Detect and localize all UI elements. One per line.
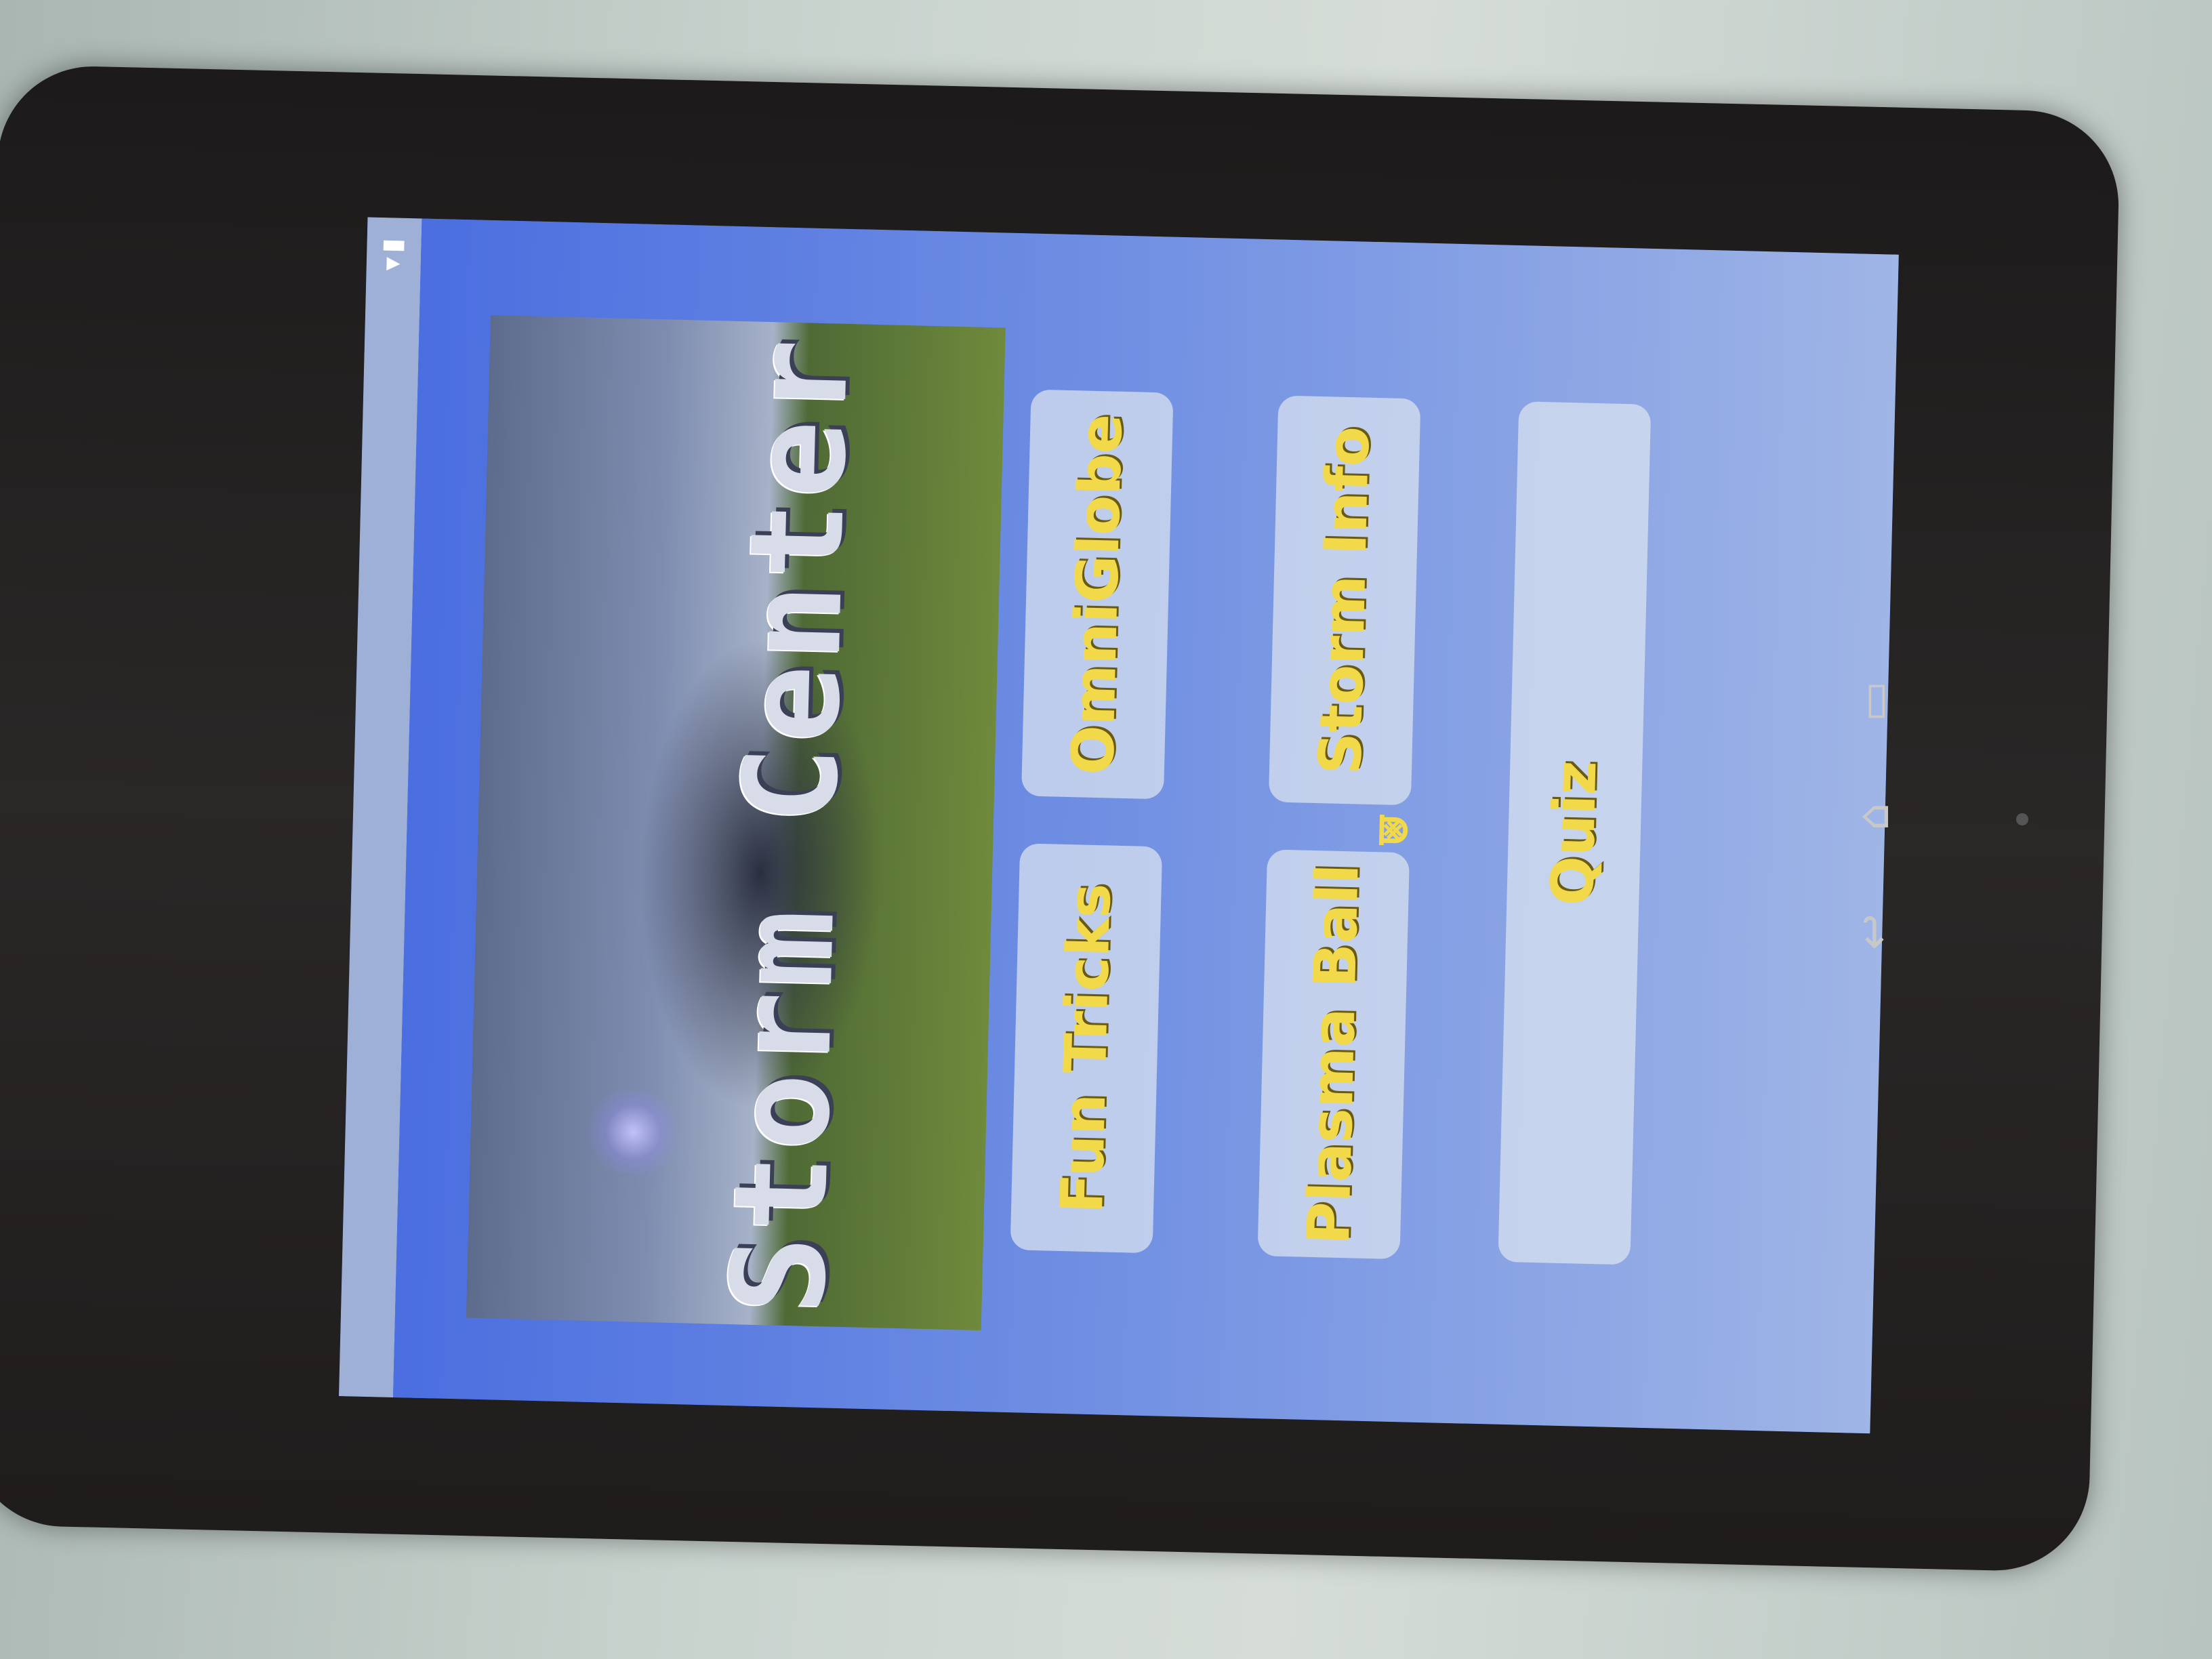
sensor-dot	[2016, 813, 2028, 825]
storm-info-button[interactable]: Storm Info	[1268, 395, 1421, 806]
omniglobe-button[interactable]: OmniGlobe	[1021, 389, 1174, 800]
back-icon[interactable]: ↩	[1849, 908, 1899, 956]
system-nav-bar: ↩ ⌂ ▭	[1837, 664, 1911, 989]
status-icons: ▾▮	[375, 233, 408, 272]
phone-screen: ▾▮ Storm Center Fun Tricks OmniGlobe Pla…	[339, 217, 1899, 1434]
plasma-ball-button[interactable]: Plasma Ball	[1257, 849, 1410, 1260]
app-title: Storm Center	[703, 333, 878, 1315]
photo-background: ▾▮ Storm Center Fun Tricks OmniGlobe Pla…	[0, 0, 2212, 1659]
footer-logo-icon: ⩐	[1362, 814, 1419, 846]
hero-banner: Storm Center	[466, 314, 1006, 1331]
fun-tricks-button[interactable]: Fun Tricks	[1010, 843, 1163, 1254]
quiz-button[interactable]: Quiz	[1498, 401, 1652, 1265]
main-menu: Fun Tricks OmniGlobe Plasma Ball Storm I…	[1010, 389, 1652, 1265]
home-icon[interactable]: ⌂	[1849, 793, 1899, 840]
recent-apps-icon[interactable]: ▭	[1849, 678, 1899, 725]
app-content: Storm Center Fun Tricks OmniGlobe Plasma…	[392, 218, 1899, 1434]
lightning-icon	[578, 1090, 689, 1174]
